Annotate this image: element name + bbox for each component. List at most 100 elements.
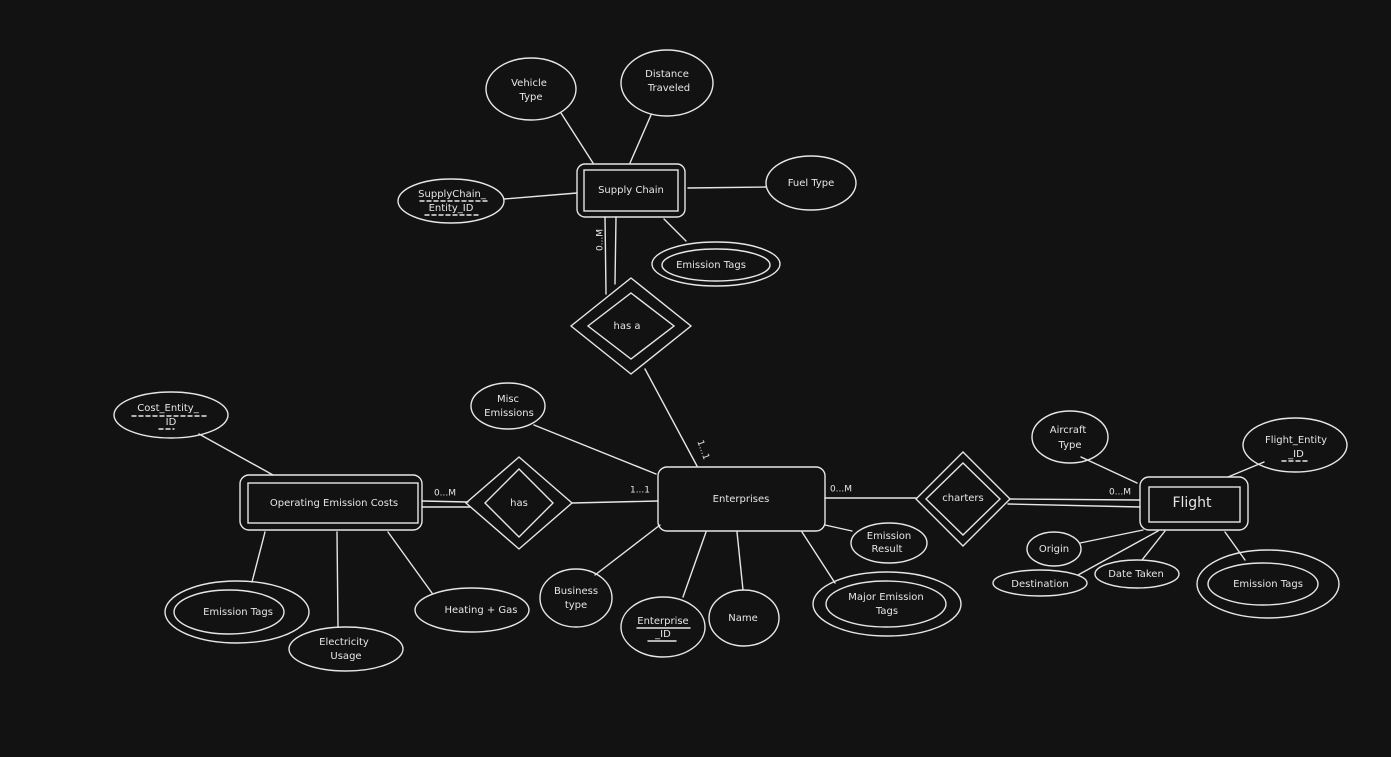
attribute-distance-traveled[interactable]: Distance Traveled — [620, 49, 714, 117]
connector-charters-flight-1 — [1009, 498, 1141, 501]
relationship-charters[interactable]: charters — [915, 451, 1011, 547]
attribute-label: Emissions — [484, 408, 534, 419]
connector-business-type — [594, 524, 661, 576]
attribute-sc-emission-tags[interactable]: Emission Tags — [651, 241, 781, 287]
attribute-name[interactable]: Name — [708, 589, 780, 647]
attribute-label: Tags — [875, 606, 898, 617]
cardinality-sc-has-a: 0...M — [596, 229, 606, 251]
attribute-label: Fuel Type — [788, 178, 835, 189]
entity-supply-chain[interactable]: Supply Chain — [576, 163, 686, 218]
er-diagram-canvas: Supply Chain Vehicle Type Distance Trave… — [113, 49, 1348, 672]
cardinality-enterprises-charters: 0...M — [830, 485, 852, 495]
attribute-label: Destination — [1011, 579, 1068, 590]
connector-distance-traveled — [629, 114, 652, 164]
attribute-major-emission-tags[interactable]: Major Emission Tags — [812, 571, 962, 637]
relationship-has-a[interactable]: has a — [569, 277, 693, 375]
attribute-label: Emission — [867, 531, 912, 542]
cardinality-flight-charters: 0...M — [1109, 488, 1131, 498]
attribute-label: Entity_ID — [429, 203, 474, 214]
attribute-oec-emission-tags[interactable]: Emission Tags — [164, 580, 310, 644]
connector-supplychain-id — [503, 192, 578, 200]
connector-vehicle-type — [560, 112, 594, 164]
attribute-label: Distance — [645, 69, 689, 80]
attribute-label: Major Emission — [848, 592, 923, 603]
attribute-label: type — [565, 600, 587, 611]
entity-label: Enterprises — [713, 494, 770, 505]
attribute-label: Traveled — [647, 83, 690, 94]
connector-heating-gas — [387, 531, 433, 594]
entity-operating-emission-costs[interactable]: Operating Emission Costs — [239, 474, 423, 531]
attribute-label: Date Taken — [1108, 569, 1164, 580]
attribute-supplychain-entity-id[interactable]: SupplyChain_ Entity_ID — [397, 178, 505, 224]
attribute-label: SupplyChain_ — [418, 189, 487, 200]
connector-fuel-type — [687, 186, 767, 189]
connector-misc-emissions — [533, 424, 657, 475]
connector-oec-has-1 — [421, 500, 469, 503]
attribute-label: Enterprise — [637, 616, 688, 627]
connector-aircraft-type — [1080, 456, 1138, 484]
attribute-label: Electricity — [319, 637, 369, 648]
attribute-label: Vehicle — [511, 78, 547, 89]
cardinality-enterprises-has-a: 1...1 — [694, 439, 710, 461]
connector-oec-emission-tags — [251, 531, 266, 583]
attribute-label: Emission Tags — [676, 260, 746, 271]
attribute-cost-entity-id[interactable]: Cost_Entity_ ID — [113, 391, 229, 439]
attribute-vehicle-type[interactable]: Vehicle Type — [485, 57, 577, 121]
relationship-has[interactable]: has — [464, 456, 574, 550]
cardinality-oec-has: 0...M — [434, 489, 456, 499]
attribute-fuel-type[interactable]: Fuel Type — [765, 155, 857, 211]
attribute-flight-entity-id[interactable]: Flight_Entity _ID — [1242, 417, 1348, 473]
attribute-label: Flight_Entity — [1265, 435, 1327, 446]
entity-flight[interactable]: Flight — [1139, 476, 1249, 531]
entity-label: Flight — [1172, 495, 1212, 511]
relationship-label: has a — [614, 321, 641, 332]
entity-label: Supply Chain — [598, 185, 664, 196]
attribute-label: Cost_Entity_ — [137, 403, 199, 414]
attribute-emission-result[interactable]: Emission Result — [850, 522, 928, 564]
connector-charters-flight-2 — [1007, 503, 1141, 508]
attribute-label: Aircraft — [1050, 425, 1087, 436]
attribute-label: _ID — [654, 629, 671, 640]
connector-has-enterprises — [571, 500, 659, 504]
connector-emission-result — [824, 524, 853, 532]
attribute-label: Type — [1058, 440, 1082, 451]
connector-cost-id — [198, 433, 274, 476]
attribute-aircraft-type[interactable]: Aircraft Type — [1031, 410, 1109, 464]
connectors — [198, 112, 1265, 628]
attribute-label: Misc — [497, 394, 519, 405]
connector-date-taken — [1141, 530, 1166, 561]
connector-enterprise-id — [682, 531, 707, 598]
attribute-label: Emission Tags — [1233, 579, 1303, 590]
relationship-label: charters — [942, 493, 983, 504]
attribute-label: _ID — [1287, 449, 1304, 460]
attribute-label: Usage — [330, 651, 361, 662]
attribute-label: ID — [166, 417, 177, 428]
connector-origin — [1079, 529, 1144, 544]
attribute-electricity-usage[interactable]: Electricity Usage — [288, 626, 404, 672]
attribute-label: Emission Tags — [203, 607, 273, 618]
connector-sc-emission-tags — [663, 218, 687, 242]
attribute-label: Result — [872, 544, 903, 555]
attribute-origin[interactable]: Origin — [1026, 531, 1082, 567]
connector-sc-has-a-1 — [604, 216, 607, 295]
attribute-business-type[interactable]: Business type — [539, 568, 613, 628]
connector-electricity — [336, 531, 339, 628]
entity-enterprises[interactable]: Enterprises — [657, 466, 826, 532]
attribute-enterprise-id[interactable]: Enterprise _ID — [620, 596, 706, 658]
entity-label: Operating Emission Costs — [270, 498, 398, 509]
relationship-label: has — [510, 498, 528, 509]
attribute-heating-gas[interactable]: Heating + Gas — [414, 587, 530, 633]
attribute-label: Business — [554, 586, 598, 597]
attribute-date-taken[interactable]: Date Taken — [1094, 559, 1180, 589]
attribute-destination[interactable]: Destination — [992, 569, 1088, 597]
connector-major-emission-tags — [801, 531, 836, 584]
attribute-label: Origin — [1039, 544, 1069, 555]
attribute-misc-emissions[interactable]: Misc Emissions — [470, 382, 546, 430]
attribute-flight-emission-tags[interactable]: Emission Tags — [1196, 549, 1340, 619]
attribute-label: Name — [728, 613, 758, 624]
connector-sc-has-a-2 — [614, 216, 617, 285]
connector-has-a-enterprises — [644, 368, 698, 467]
attribute-label: Type — [519, 92, 543, 103]
connector-name — [736, 531, 744, 591]
attribute-label: Heating + Gas — [444, 605, 517, 616]
